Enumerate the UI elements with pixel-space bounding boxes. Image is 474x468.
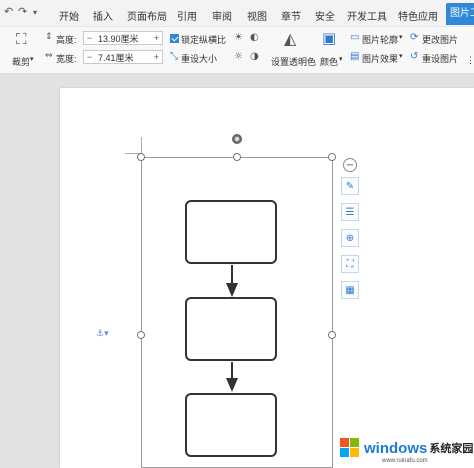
menu-insert[interactable]: 插入 (93, 8, 113, 23)
picture-effect-icon: ▤ (350, 51, 360, 62)
resize-handle-top-right[interactable] (328, 153, 336, 161)
contrast-down-icon[interactable]: ◑ (250, 52, 259, 62)
height-increase-button[interactable]: + (151, 33, 162, 43)
lock-ratio-checkbox[interactable] (170, 34, 179, 43)
watermark-url: www.ruinafu.com (382, 458, 428, 464)
menu-page-layout[interactable]: 页面布局 (127, 8, 167, 23)
picture-format-icon[interactable]: ▦ (341, 281, 359, 299)
crop-tool-icon[interactable]: ⛶ (341, 255, 359, 273)
watermark-brand: windows (364, 439, 428, 457)
menu-start[interactable]: 开始 (59, 8, 79, 23)
width-increase-button[interactable]: + (151, 52, 162, 62)
flowchart-arrowhead-1 (226, 283, 238, 297)
watermark-suffix: 系统家园 (429, 442, 474, 455)
resize-handle-top[interactable] (233, 153, 241, 161)
redo-icon[interactable]: ↷ (18, 5, 27, 18)
menu-section[interactable]: 章节 (281, 8, 301, 23)
flowchart-arrow-1 (231, 265, 233, 285)
crop-button[interactable]: 裁剪 (12, 55, 30, 68)
flowchart-box-1 (185, 200, 277, 264)
reset-picture-icon: ↺ (410, 51, 419, 62)
height-icon: ⇕ (45, 32, 53, 42)
more-icon[interactable]: ⋮ (466, 55, 474, 66)
flowchart-arrowhead-2 (226, 378, 238, 392)
contrast-up-icon[interactable]: ◐ (250, 33, 259, 43)
brightness-up-icon[interactable]: ☀ (234, 33, 243, 43)
anchor-icon[interactable]: ⚓▾ (96, 329, 109, 339)
width-icon: ⇔ (45, 51, 53, 61)
picture-outline-icon: ▭ (350, 32, 360, 43)
windows-logo-icon (340, 438, 360, 458)
change-picture-button[interactable]: 更改图片 (422, 33, 458, 46)
undo-icon[interactable]: ↶ (4, 5, 13, 18)
text-wrap-icon[interactable]: ☰ (341, 203, 359, 221)
lock-ratio-label: 锁定纵横比 (181, 35, 227, 45)
resize-handle-top-left[interactable] (137, 153, 145, 161)
picture-effect-button[interactable]: 图片效果 (362, 52, 398, 65)
flowchart-box-3 (185, 393, 277, 457)
menu-references[interactable]: 引用 (177, 8, 197, 23)
width-label: 宽度: (56, 54, 77, 64)
resize-handle-left[interactable] (137, 331, 145, 339)
reset-picture-button[interactable]: 重设图片 (422, 52, 458, 65)
rotate-handle[interactable] (232, 134, 242, 144)
collapse-toolbar-button[interactable]: − (343, 158, 357, 172)
menu-security[interactable]: 安全 (315, 8, 335, 23)
ribbon: ⛶ 裁剪 ▾ ⇕ 高度: − 13.90厘米 + ⇔ 宽度: − 7.41厘米 … (0, 27, 474, 74)
height-label: 高度: (56, 35, 77, 45)
menu-picture-tools[interactable]: 图片工 (446, 3, 474, 25)
change-picture-icon: ⟳ (410, 32, 419, 43)
crop-dropdown-icon[interactable]: ▾ (30, 55, 34, 63)
reset-size-icon: ⤡ (170, 51, 178, 62)
menu-review[interactable]: 审阅 (212, 8, 232, 23)
picture-outline-button[interactable]: 图片轮廓 (362, 33, 398, 46)
menu-bar: ↶ ↷ ▾ 开始 插入 页面布局 引用 审阅 视图 章节 安全 开发工具 特色应… (0, 0, 474, 27)
height-decrease-button[interactable]: − (84, 33, 95, 43)
menu-special-apps[interactable]: 特色应用 (398, 8, 438, 23)
width-stepper[interactable]: − 7.41厘米 + (83, 50, 163, 64)
edit-picture-icon[interactable]: ✎ (341, 177, 359, 195)
zoom-icon[interactable]: ⊕ (341, 229, 359, 247)
flowchart-box-2 (185, 297, 277, 361)
set-transparent-button[interactable]: 设置透明色 (271, 55, 316, 68)
transparent-color-icon[interactable]: ◭ (284, 31, 296, 47)
menu-dev-tools[interactable]: 开发工具 (347, 8, 387, 23)
height-input[interactable]: 13.90厘米 (95, 32, 151, 45)
brightness-down-icon[interactable]: ☼ (234, 52, 243, 62)
reset-size-button[interactable]: 重设大小 (181, 52, 217, 65)
effect-dropdown-icon[interactable]: ▾ (399, 52, 403, 60)
color-button[interactable]: 颜色 (320, 55, 338, 68)
chevron-down-icon[interactable]: ▾ (33, 8, 37, 17)
width-input[interactable]: 7.41厘米 (95, 51, 151, 64)
color-dropdown-icon[interactable]: ▾ (339, 55, 343, 63)
picture-color-icon[interactable]: ▣ (322, 31, 336, 46)
resize-handle-right[interactable] (328, 331, 336, 339)
height-stepper[interactable]: − 13.90厘米 + (83, 31, 163, 45)
margin-mark (141, 137, 142, 153)
outline-dropdown-icon[interactable]: ▾ (399, 33, 403, 41)
width-decrease-button[interactable]: − (84, 52, 95, 62)
crop-icon[interactable]: ⛶ (16, 32, 27, 47)
menu-view[interactable]: 视图 (247, 8, 267, 23)
